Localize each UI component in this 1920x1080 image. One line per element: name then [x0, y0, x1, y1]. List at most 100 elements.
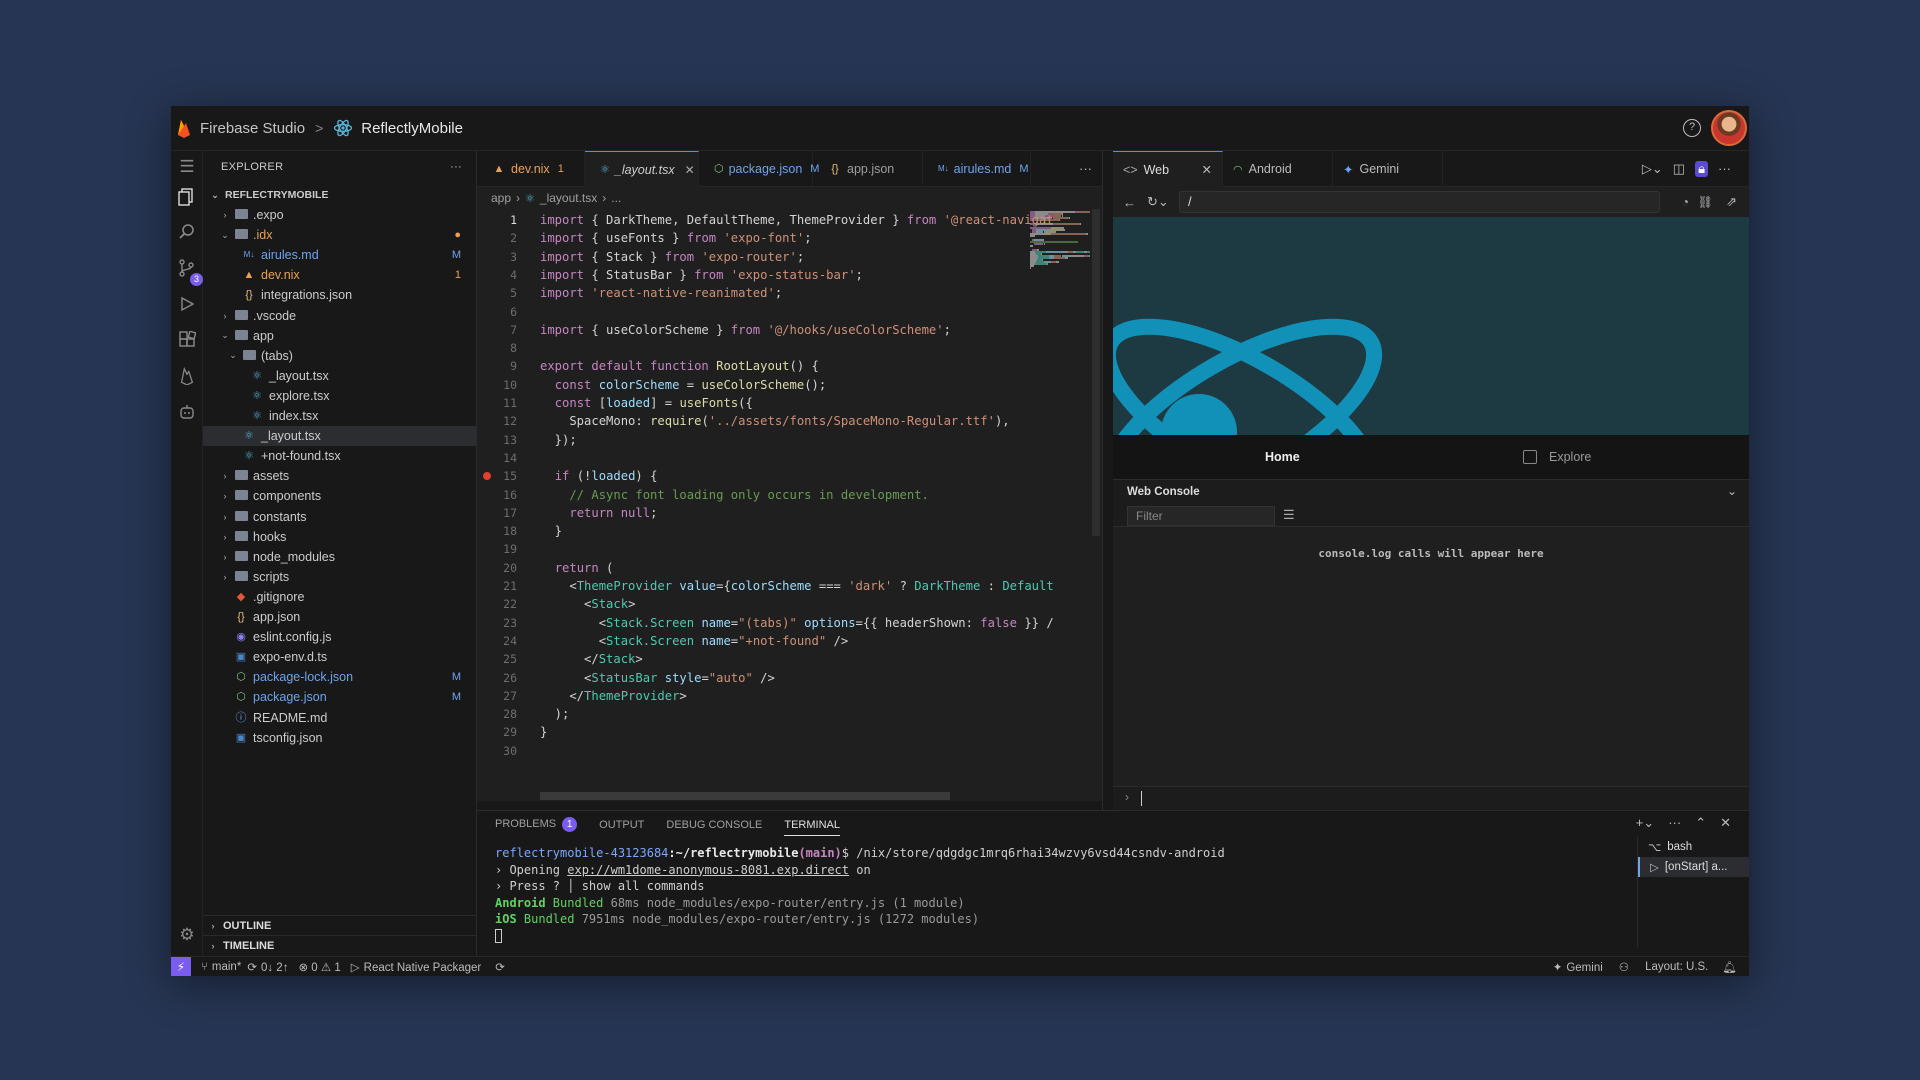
- tab-debug-console[interactable]: DEBUG CONSOLE: [666, 819, 762, 831]
- file-item[interactable]: ⚛ +not-found.tsx: [203, 446, 477, 466]
- close-panel-icon[interactable]: ✕: [1720, 815, 1731, 831]
- keyboard-layout[interactable]: Layout: U.S.: [1645, 961, 1708, 973]
- tab-output[interactable]: OUTPUT: [599, 819, 644, 831]
- accounts-icon[interactable]: ⚇: [1619, 960, 1629, 974]
- file-item[interactable]: {} app.json: [203, 607, 477, 627]
- close-icon[interactable]: ✕: [1202, 162, 1212, 177]
- search-icon[interactable]: [175, 223, 199, 247]
- horizontal-scrollbar[interactable]: [540, 792, 950, 800]
- project-name[interactable]: ReflectlyMobile: [361, 120, 463, 137]
- more-actions-icon[interactable]: ···: [1718, 161, 1731, 177]
- folder-item[interactable]: › .vscode: [203, 306, 477, 326]
- console-filter-input[interactable]: Filter: [1127, 506, 1275, 526]
- folder-item[interactable]: › assets: [203, 466, 477, 486]
- new-terminal-icon[interactable]: +⌄: [1636, 815, 1654, 831]
- breadcrumb-file[interactable]: _layout.tsx: [540, 191, 597, 205]
- gemini-bot-icon[interactable]: [175, 403, 199, 427]
- open-external-icon[interactable]: ⇗: [1726, 194, 1737, 210]
- gemini-status[interactable]: ✦ Gemini: [1553, 960, 1603, 974]
- app-preview[interactable]: [1113, 217, 1749, 435]
- folder-item[interactable]: › components: [203, 486, 477, 506]
- run-debug-icon[interactable]: [175, 295, 199, 319]
- file-item[interactable]: ▲ dev.nix 1: [203, 265, 477, 285]
- file-item[interactable]: ⓘ README.md: [203, 708, 477, 728]
- reload-icon[interactable]: ↻⌄: [1147, 194, 1169, 210]
- breadcrumb-rest[interactable]: ...: [611, 191, 621, 205]
- chevron-down-icon[interactable]: ⌄: [1727, 484, 1737, 498]
- minimap[interactable]: [1030, 209, 1092, 801]
- user-avatar[interactable]: [1711, 110, 1747, 146]
- file-item[interactable]: ◉ eslint.config.js: [203, 627, 477, 647]
- remote-icon[interactable]: ⚡︎: [171, 956, 191, 976]
- split-layout-icon[interactable]: ◫: [1673, 161, 1685, 177]
- editor-tab[interactable]: M↓ airules.md M: [923, 151, 1031, 187]
- more-actions-icon[interactable]: ···: [1668, 815, 1681, 831]
- explorer-root-folder[interactable]: ⌄ REFLECTRYMOBILE: [203, 185, 477, 205]
- folder-item[interactable]: ⌄ (tabs): [203, 346, 477, 366]
- editor-tab[interactable]: ▲ dev.nix 1: [477, 151, 585, 187]
- task-status[interactable]: ▷ React Native Packager: [351, 960, 481, 974]
- file-item[interactable]: ⚛ index.tsx: [203, 406, 477, 426]
- network-icon[interactable]: ◔: [1682, 195, 1689, 209]
- problems-status[interactable]: ⊗ 0 ⚠ 1: [298, 960, 340, 974]
- file-item[interactable]: ▣ expo-env.d.ts: [203, 647, 477, 667]
- file-item[interactable]: M↓ airules.md M: [203, 245, 477, 265]
- editor-tab[interactable]: ⬡ package.json M: [699, 151, 819, 187]
- tab-gemini[interactable]: ✦ Gemini: [1333, 151, 1443, 187]
- settings-gear-icon[interactable]: ⚙: [175, 923, 199, 947]
- menu-icon[interactable]: ☰: [175, 155, 199, 179]
- folder-item[interactable]: ⌄ app: [203, 326, 477, 346]
- folder-item[interactable]: › hooks: [203, 527, 477, 547]
- folder-item[interactable]: › scripts: [203, 567, 477, 587]
- tab-android[interactable]: ◠ Android: [1223, 151, 1333, 187]
- file-item[interactable]: ⬡ package-lock.json M: [203, 667, 477, 687]
- maximize-panel-icon[interactable]: ⌃: [1695, 815, 1706, 831]
- app-tab-home[interactable]: Home: [1265, 450, 1300, 464]
- app-brand[interactable]: Firebase Studio: [200, 120, 305, 137]
- editor-tab[interactable]: ⚛ _layout.tsx ✕: [585, 151, 699, 187]
- console-input[interactable]: ›: [1113, 786, 1749, 810]
- tab-problems[interactable]: PROBLEMS 1: [495, 817, 578, 832]
- explorer-more-icon[interactable]: ···: [450, 161, 462, 173]
- tab-web[interactable]: <> Web ✕: [1113, 151, 1223, 187]
- file-item[interactable]: ⚛ _layout.tsx: [203, 426, 477, 447]
- close-icon[interactable]: ✕: [685, 163, 695, 177]
- editor-tab[interactable]: {} app.json: [813, 151, 923, 187]
- editor-tabs-more-icon[interactable]: ···: [1069, 151, 1102, 187]
- help-icon[interactable]: ?: [1683, 119, 1701, 137]
- run-device-icon[interactable]: ▷⌄: [1642, 161, 1663, 177]
- extensions-icon[interactable]: [175, 330, 199, 355]
- explorer-icon[interactable]: [175, 187, 199, 211]
- panel-divider[interactable]: [1102, 151, 1113, 810]
- folder-item[interactable]: › node_modules: [203, 547, 477, 567]
- expo-url-link[interactable]: exp://wm1dome-anonymous-8081.exp.direct: [567, 863, 849, 877]
- folder-item[interactable]: › constants: [203, 507, 477, 527]
- source-control-icon[interactable]: 3: [175, 259, 203, 286]
- timeline-section[interactable]: › TIMELINE: [203, 935, 477, 955]
- link-icon[interactable]: ⛓︎: [1698, 195, 1713, 209]
- file-item[interactable]: ◆ .gitignore: [203, 587, 477, 607]
- app-tab-explore[interactable]: Explore: [1549, 450, 1591, 464]
- terminal-item-onstart[interactable]: ▷ [onStart] a...: [1638, 857, 1749, 877]
- file-item[interactable]: ⚛ explore.tsx: [203, 386, 477, 406]
- refresh-icon[interactable]: ⟳: [495, 960, 505, 974]
- file-item[interactable]: ▣ tsconfig.json: [203, 728, 477, 748]
- sync-status[interactable]: ⟳ 0↓ 2↑: [247, 960, 288, 974]
- back-arrow-icon[interactable]: ←: [1123, 195, 1136, 210]
- terminal-output[interactable]: reflectrymobile-43123684:~/reflectrymobi…: [495, 845, 1225, 944]
- file-item[interactable]: ⚛ _layout.tsx: [203, 366, 477, 386]
- tab-terminal[interactable]: TERMINAL: [784, 819, 840, 836]
- folder-item[interactable]: › .expo: [203, 205, 477, 225]
- outline-section[interactable]: › OUTLINE: [203, 915, 477, 935]
- terminal-item-bash[interactable]: ⌥ bash: [1638, 837, 1749, 857]
- git-branch[interactable]: ⑂ main*: [201, 961, 241, 973]
- file-item[interactable]: {} integrations.json: [203, 285, 477, 305]
- filter-options-icon[interactable]: ☰: [1283, 507, 1295, 523]
- folder-item[interactable]: ⌄ .idx ●: [203, 225, 477, 245]
- firebase-icon[interactable]: [175, 366, 199, 391]
- vertical-scrollbar[interactable]: [1092, 209, 1100, 536]
- url-input[interactable]: /: [1179, 191, 1660, 213]
- lock-icon[interactable]: 🔒︎: [1695, 161, 1708, 177]
- code-editor[interactable]: 1 import { DarkTheme, DefaultTheme, Theme…: [477, 209, 1102, 801]
- notifications-icon[interactable]: 🔔︎: [1722, 960, 1737, 974]
